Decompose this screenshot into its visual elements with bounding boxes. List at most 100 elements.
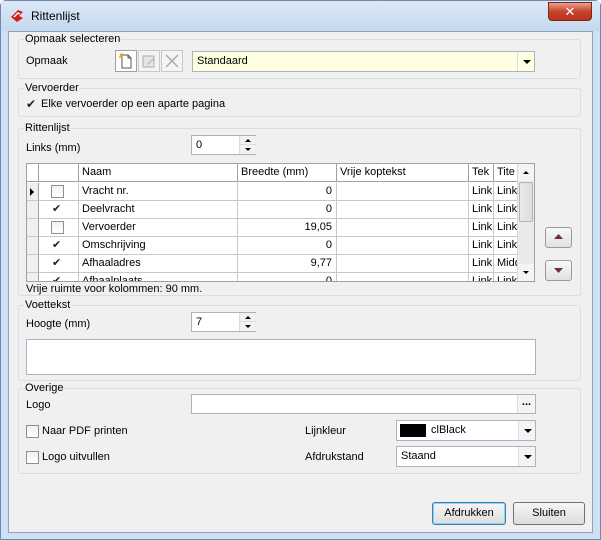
grid-cell-tek[interactable]: Link [469, 273, 494, 281]
grid-row-checkbox-cell[interactable]: ✔ [39, 273, 79, 281]
grid-row-checkbox-cell[interactable]: ✔ [39, 237, 79, 255]
grid-row-checkbox[interactable]: ✔ [52, 273, 61, 281]
grid-cell-tek[interactable]: Link [469, 219, 494, 237]
columns-grid[interactable]: Naam Breedte (mm) Vrije koptekst Tek Tit… [26, 163, 535, 282]
grid-row-indicator[interactable] [27, 273, 39, 281]
grid-cell-breedte[interactable]: 19,05 [238, 219, 337, 237]
grid-cell-naam[interactable]: Afhaalplaats [79, 273, 238, 281]
grid-row-checkbox-cell[interactable] [39, 183, 79, 201]
scroll-up-button[interactable] [518, 164, 534, 181]
grid-cell-tite[interactable]: Link [494, 201, 518, 219]
grid-cell-tite[interactable]: Link [494, 237, 518, 255]
grid-header-breedte[interactable]: Breedte (mm) [238, 164, 337, 182]
grid-cell-tite[interactable]: Link [494, 183, 518, 201]
grid-cell-tek[interactable]: Link [469, 201, 494, 219]
arrow-down-icon [245, 148, 251, 151]
grid-row-indicator[interactable] [27, 237, 39, 255]
grid-cell-koptekst[interactable] [337, 255, 469, 273]
links-increment-button[interactable] [240, 136, 256, 145]
grid-cell-tek[interactable]: Link [469, 237, 494, 255]
close-button[interactable]: Sluiten [513, 502, 585, 525]
links-value: 0 [196, 139, 203, 151]
logo-label: Logo [26, 399, 51, 411]
grid-row-checkbox[interactable] [51, 185, 64, 198]
new-layout-button[interactable] [115, 50, 137, 72]
grid-header-koptekst[interactable]: Vrije koptekst [337, 164, 469, 182]
grid-cell-breedte[interactable]: 9,77 [238, 255, 337, 273]
grid-cell-naam[interactable]: Vracht nr. [79, 183, 238, 201]
afdrukstand-select[interactable]: Staand [396, 446, 536, 467]
grid-row-checkbox[interactable]: ✔ [52, 255, 61, 272]
grid-cell-breedte[interactable]: 0 [238, 201, 337, 219]
grid-cell-tite[interactable]: Link [494, 273, 518, 281]
lijnkleur-select[interactable]: clBlack [396, 420, 536, 441]
logo-fill-checkbox[interactable] [26, 451, 39, 464]
grid-cell-tite[interactable]: Link [494, 219, 518, 237]
scroll-thumb[interactable] [519, 182, 533, 222]
logo-fill-checkbox-label[interactable]: Logo uitvullen [42, 451, 110, 463]
grid-row-checkbox[interactable]: ✔ [52, 201, 61, 218]
grid-cell-breedte[interactable]: 0 [238, 273, 337, 281]
links-spinner[interactable]: 0 [191, 135, 256, 155]
opmaak-group-label: Opmaak selecteren [24, 33, 122, 45]
pdf-checkbox[interactable] [26, 425, 39, 438]
move-up-button[interactable] [545, 227, 572, 248]
edit-layout-button[interactable] [138, 50, 160, 72]
grid-cell-koptekst[interactable] [337, 237, 469, 255]
afdrukstand-label: Afdrukstand [305, 451, 364, 463]
grid-cell-koptekst[interactable] [337, 183, 469, 201]
logo-browse-button[interactable]: ... [517, 395, 535, 413]
grid-row-indicator[interactable] [27, 183, 39, 201]
links-decrement-button[interactable] [240, 145, 256, 154]
grid-row-checkbox-cell[interactable]: ✔ [39, 201, 79, 219]
print-button[interactable]: Afdrukken [432, 502, 506, 525]
hoogte-spinner[interactable]: 7 [191, 312, 256, 332]
grid-cell-naam[interactable]: Afhaaladres [79, 255, 238, 273]
grid-cell-koptekst[interactable] [337, 273, 469, 281]
grid-cell-koptekst[interactable] [337, 201, 469, 219]
lijnkleur-dropdown-button[interactable] [518, 421, 535, 440]
grid-cell-breedte[interactable]: 0 [238, 183, 337, 201]
grid-header-tite[interactable]: Tite [494, 164, 518, 182]
move-down-button[interactable] [545, 260, 572, 281]
close-window-button[interactable]: ✕ [548, 2, 592, 21]
rittenlijst-group-label: Rittenlijst [24, 122, 71, 134]
grid-row-checkbox-cell[interactable]: ✔ [39, 255, 79, 273]
lijnkleur-swatch [400, 424, 426, 437]
grid-cell-tek[interactable]: Link [469, 183, 494, 201]
grid-cell-breedte[interactable]: 0 [238, 237, 337, 255]
grid-cell-naam[interactable]: Omschrijving [79, 237, 238, 255]
grid-row-indicator[interactable] [27, 219, 39, 237]
grid-cell-tek[interactable]: Link [469, 255, 494, 273]
logo-path-input[interactable]: ... [191, 394, 536, 414]
opmaak-select[interactable]: Standaard [192, 51, 535, 72]
grid-cell-tite[interactable]: Midd [494, 255, 518, 273]
lijnkleur-label: Lijnkleur [305, 425, 346, 437]
grid-row-checkbox[interactable]: ✔ [52, 237, 61, 254]
afdrukstand-dropdown-button[interactable] [518, 447, 535, 466]
grid-cell-naam[interactable]: Vervoerder [79, 219, 238, 237]
voettekst-textarea[interactable] [26, 339, 536, 375]
arrow-down-icon [245, 325, 251, 328]
opmaak-dropdown-button[interactable] [517, 52, 534, 71]
arrow-down-icon [523, 271, 529, 274]
grid-row-indicator[interactable] [27, 255, 39, 273]
app-logo-icon [11, 10, 23, 22]
hoogte-decrement-button[interactable] [240, 322, 256, 331]
grid-row-checkbox-cell[interactable] [39, 219, 79, 237]
scroll-down-button[interactable] [518, 264, 534, 281]
grid-row-indicator[interactable] [27, 201, 39, 219]
grid-header-tek[interactable]: Tek [469, 164, 494, 182]
vervoerder-checkbox-label[interactable]: Elke vervoerder op een aparte pagina [41, 98, 225, 110]
opmaak-select-value: Standaard [197, 55, 248, 67]
grid-row-checkbox[interactable] [51, 221, 64, 234]
pdf-checkbox-label[interactable]: Naar PDF printen [42, 425, 128, 437]
grid-header-naam[interactable]: Naam [79, 164, 238, 182]
grid-cell-koptekst[interactable] [337, 219, 469, 237]
grid-cell-naam[interactable]: Deelvracht [79, 201, 238, 219]
delete-layout-button[interactable] [161, 50, 183, 72]
grid-scrollbar[interactable] [517, 164, 534, 281]
hoogte-increment-button[interactable] [240, 313, 256, 322]
title-bar[interactable]: Rittenlijst ✕ [1, 1, 600, 31]
vervoerder-checkbox[interactable]: ✔ [26, 98, 36, 110]
